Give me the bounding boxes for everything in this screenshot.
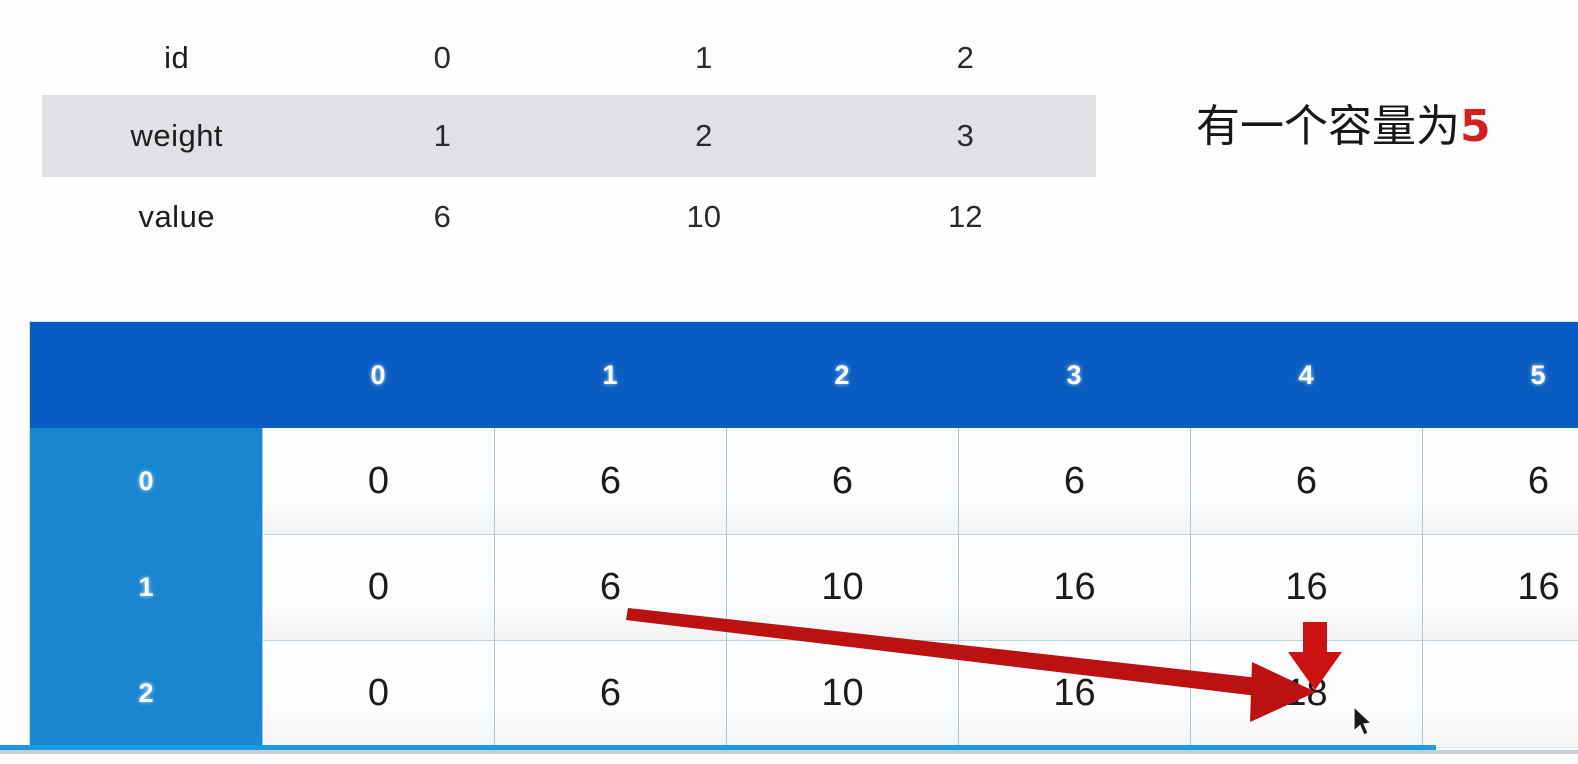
caption-capacity-number: 5 <box>1460 101 1491 152</box>
dp-cell-2-0: 0 <box>262 640 494 746</box>
item-weight-cell-0: 1 <box>433 118 451 153</box>
dp-col-header-4: 4 <box>1298 359 1314 390</box>
dp-cell-1-5: 16 <box>1422 534 1578 640</box>
item-id-cell-0: 0 <box>433 40 451 75</box>
dp-cell-2-1: 6 <box>494 640 726 746</box>
item-weight-cell-2: 3 <box>956 118 974 153</box>
dp-cell-0-0: 0 <box>262 428 494 534</box>
item-properties-table: id 0 1 2 weight 1 2 3 value 6 10 12 <box>0 0 1120 268</box>
dp-cell-0-3: 6 <box>958 428 1190 534</box>
dp-table-header-row: 0 1 2 3 4 5 <box>30 322 1578 428</box>
dp-table: 0 1 2 3 4 5 0 0 6 6 6 6 6 1 0 6 10 16 16… <box>30 322 1578 747</box>
dp-cell-1-2: 10 <box>726 534 958 640</box>
row-header-weight: weight <box>130 118 224 153</box>
dp-row-header-1: 1 <box>30 534 262 640</box>
dp-cell-1-4: 16 <box>1190 534 1422 640</box>
dp-col-header-2: 2 <box>834 359 850 390</box>
dp-cell-0-1: 6 <box>494 428 726 534</box>
dp-cell-1-0: 0 <box>262 534 494 640</box>
dp-cell-2-3: 16 <box>958 640 1190 746</box>
problem-statement-text: 有一个容量为5 <box>1196 105 1491 149</box>
dp-cell-2-5 <box>1422 640 1578 746</box>
dp-col-header-0: 0 <box>370 359 386 390</box>
dp-table-body: 0 0 6 6 6 6 6 1 0 6 10 16 16 16 2 0 6 10… <box>30 428 1578 747</box>
screenshot-root: id 0 1 2 weight 1 2 3 value 6 10 12 有一个容… <box>0 0 1578 764</box>
dp-cell-0-2: 6 <box>726 428 958 534</box>
dp-cell-2-2: 10 <box>726 640 958 746</box>
table-row: value 6 10 12 <box>42 176 1096 258</box>
row-header-id: id <box>164 40 190 75</box>
dp-cell-1-3: 16 <box>958 534 1190 640</box>
dp-cell-2-4: 18 <box>1190 640 1422 746</box>
dp-row-header-2: 2 <box>30 640 262 746</box>
mouse-cursor-icon <box>1353 706 1373 736</box>
item-id-cell-2: 2 <box>956 40 974 75</box>
item-value-cell-2: 12 <box>947 199 983 234</box>
table-row: id 0 1 2 <box>42 17 1096 99</box>
dp-cell-0-5: 6 <box>1422 428 1578 534</box>
table-row: 0 0 6 6 6 6 6 <box>30 428 1578 534</box>
dp-col-header-3: 3 <box>1066 359 1082 390</box>
item-weight-cell-1: 2 <box>695 118 713 153</box>
dp-cell-1-1: 6 <box>494 534 726 640</box>
dp-cell-0-4: 6 <box>1190 428 1422 534</box>
dp-col-header-5: 5 <box>1530 359 1546 390</box>
row-header-value: value <box>138 199 216 234</box>
dp-col-header-1: 1 <box>602 359 618 390</box>
dp-table-corner-cell <box>30 322 262 428</box>
table-row: 1 0 6 10 16 16 16 <box>30 534 1578 640</box>
dp-row-header-0: 0 <box>30 428 262 534</box>
item-value-cell-1: 10 <box>686 199 721 234</box>
item-id-cell-1: 1 <box>695 40 713 75</box>
caption-text: 有一个容量为 <box>1196 101 1460 152</box>
table-row: weight 1 2 3 <box>42 95 1096 177</box>
item-value-cell-0: 6 <box>433 199 451 234</box>
dp-table-bottom-shadow <box>0 750 1578 754</box>
table-row: 2 0 6 10 16 18 <box>30 640 1578 746</box>
